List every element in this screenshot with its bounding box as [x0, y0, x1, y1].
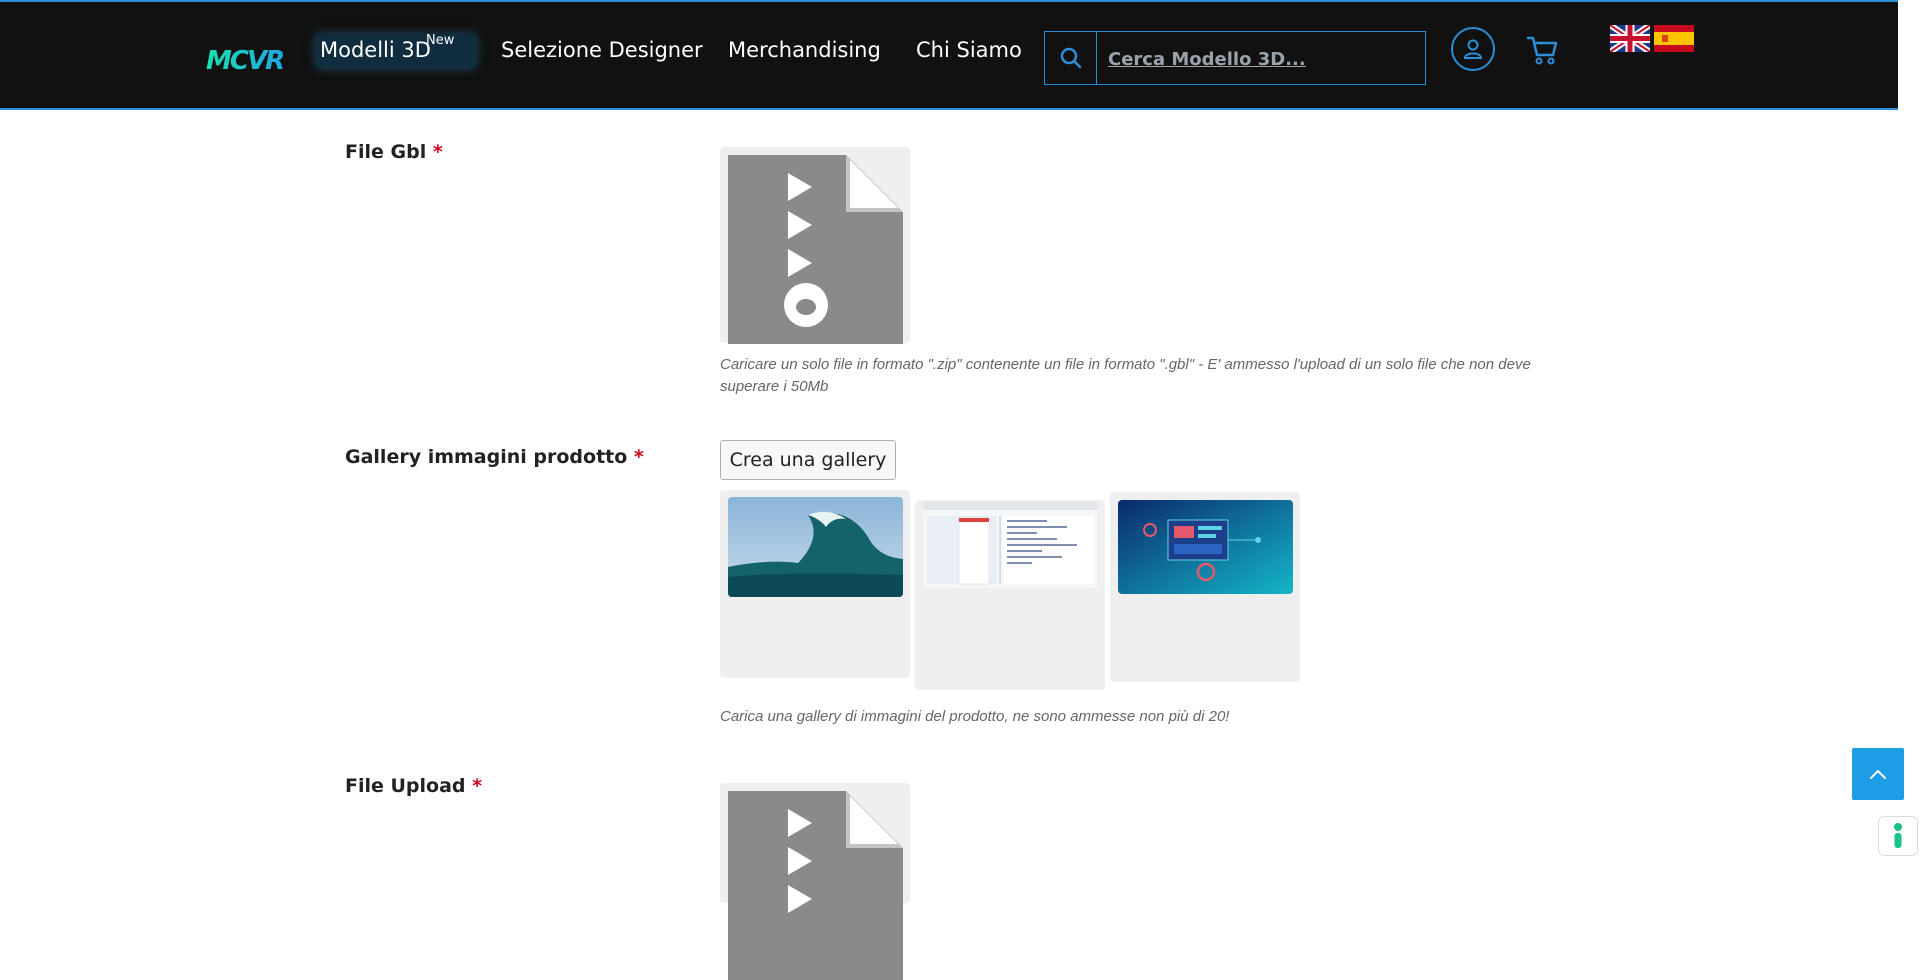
- gallery-help: Carica una gallery di immagini del prodo…: [720, 708, 1230, 725]
- svg-text:MCVR: MCVR: [206, 46, 283, 74]
- zip-file-icon: [728, 155, 903, 344]
- page-edge: [1898, 0, 1920, 869]
- chevron-up-icon: [1870, 770, 1886, 779]
- file-gbl-help: Caricare un solo file in formato ".zip" …: [720, 356, 1531, 395]
- file-gbl-label: File Gbl *: [345, 141, 443, 163]
- gallery-thumbnail[interactable]: [915, 500, 1105, 690]
- gallery-thumbnail[interactable]: [720, 490, 910, 678]
- file-gbl-preview[interactable]: [720, 147, 910, 344]
- wave-image: [728, 497, 903, 597]
- user-icon: [1463, 39, 1483, 59]
- nav-chi-siamo[interactable]: Chi Siamo: [916, 38, 1022, 62]
- flag-es-icon[interactable]: [1654, 25, 1694, 52]
- mcvr-logo[interactable]: MCVR: [206, 46, 302, 74]
- cart-icon[interactable]: [1526, 34, 1560, 66]
- tech-illustration-image: [1118, 500, 1293, 594]
- nav-merchandising[interactable]: Merchandising: [728, 38, 881, 62]
- new-badge: New: [426, 33, 455, 48]
- account-button[interactable]: [1451, 27, 1495, 71]
- search-input[interactable]: [1098, 32, 1436, 86]
- file-upload-label: File Upload *: [345, 775, 483, 797]
- gallery-thumbnail[interactable]: [1110, 492, 1300, 682]
- nav-modelli-3d[interactable]: Modelli 3D: [320, 38, 431, 62]
- search-icon: [1060, 47, 1081, 69]
- site-header: MCVR Modelli 3D New Selezione Designer M…: [0, 0, 1898, 110]
- search-button[interactable]: [1045, 32, 1097, 84]
- scroll-to-top-button[interactable]: [1852, 748, 1904, 800]
- file-upload-preview[interactable]: [720, 783, 910, 980]
- gallery-label: Gallery immagini prodotto *: [345, 446, 644, 468]
- create-gallery-button[interactable]: Crea una gallery: [720, 440, 896, 480]
- search-box: [1044, 31, 1436, 86]
- nav-selezione-designer[interactable]: Selezione Designer: [501, 38, 703, 62]
- screenshot-image: [923, 502, 1098, 588]
- accessibility-icon: [1894, 823, 1902, 848]
- accessibility-button[interactable]: [1878, 816, 1918, 856]
- zip-file-icon: [728, 791, 903, 980]
- flag-uk-icon[interactable]: [1610, 25, 1650, 52]
